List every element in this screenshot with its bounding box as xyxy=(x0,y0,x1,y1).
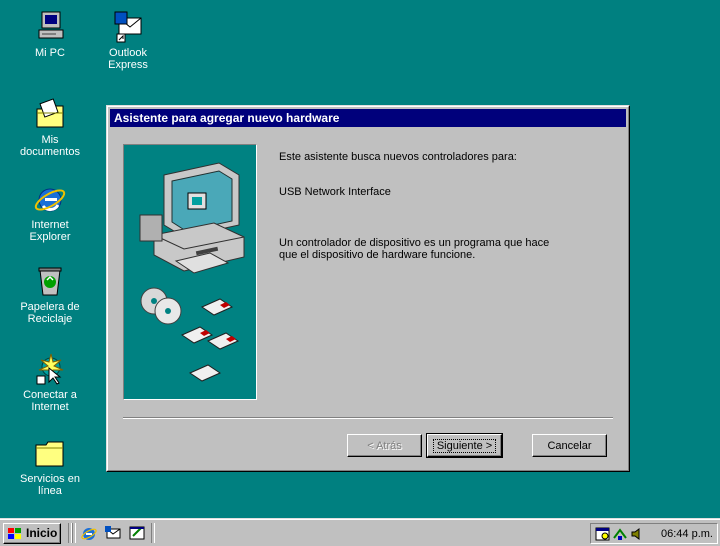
back-button[interactable]: < Atrás xyxy=(347,434,422,457)
separator xyxy=(123,417,613,419)
desktop-icon-online-services[interactable]: Servicios en línea xyxy=(12,436,88,497)
outlook-express-icon xyxy=(114,11,142,43)
desktop-icon-outlook-express[interactable]: Outlook Express xyxy=(90,10,166,71)
cancel-button-label: Cancelar xyxy=(547,439,592,452)
add-hardware-wizard-dialog: Asistente para agregar nuevo hardware Es… xyxy=(106,105,630,472)
dialog-title: Asistente para agregar nuevo hardware xyxy=(114,111,340,125)
desktop-icon-internet-explorer[interactable]: Internet Explorer xyxy=(12,182,88,243)
desktop-icon-label: Servicios en línea xyxy=(20,473,80,497)
start-label: Inicio xyxy=(26,526,58,540)
outlook-express-icon[interactable] xyxy=(104,524,122,542)
desktop-icon-my-computer[interactable]: Mi PC xyxy=(12,10,88,59)
internet-explorer-icon xyxy=(34,188,66,212)
dialog-titlebar[interactable]: Asistente para agregar nuevo hardware xyxy=(110,109,626,127)
connect-wizard-icon xyxy=(36,353,64,385)
internet-explorer-icon[interactable] xyxy=(80,524,98,542)
clock[interactable]: 06:44 p.m. xyxy=(661,528,713,540)
recycle-bin-icon xyxy=(38,267,62,296)
device-name: USB Network Interface xyxy=(279,186,391,198)
start-button[interactable]: Inicio xyxy=(3,523,61,544)
desktop-icon-label: Mis documentos xyxy=(20,134,80,158)
volume-icon[interactable] xyxy=(629,526,645,542)
computer-with-disks-icon xyxy=(139,162,245,382)
scheduler-icon[interactable] xyxy=(595,526,611,542)
wizard-intro-text: Este asistente busca nuevos controladore… xyxy=(279,151,517,163)
next-button[interactable]: Siguiente > xyxy=(426,433,503,458)
desktop-icon-label: Mi PC xyxy=(35,47,65,59)
description-line-1: Un controlador de dispositivo es un prog… xyxy=(279,237,550,249)
taskbar-separator xyxy=(151,523,155,543)
desktop: Mi PC Outlook Express Mis documentos Int… xyxy=(0,0,720,518)
folder-icon xyxy=(35,441,64,467)
desktop-icon-connect-internet[interactable]: Conectar a Internet xyxy=(12,352,88,413)
cancel-button[interactable]: Cancelar xyxy=(532,434,607,457)
taskbar: Inicio 06:44 p.m. xyxy=(0,518,720,546)
desktop-icon-my-documents[interactable]: Mis documentos xyxy=(12,97,88,158)
next-button-label: Siguiente > xyxy=(432,438,497,453)
desktop-icon-label: Conectar a Internet xyxy=(23,389,77,413)
desktop-icon-label: Outlook Express xyxy=(108,47,148,71)
desktop-icon-label: Internet Explorer xyxy=(29,219,71,243)
show-desktop-icon[interactable] xyxy=(128,524,146,542)
documents-folder-icon xyxy=(36,98,64,128)
quick-launch-separator xyxy=(72,523,76,543)
desktop-icon-label: Papelera de Reciclaje xyxy=(20,301,80,325)
back-button-label: < Atrás xyxy=(367,439,402,452)
description-line-2: que el dispositivo de hardware funcione. xyxy=(279,249,476,261)
wizard-illustration xyxy=(123,144,257,400)
network-icon[interactable] xyxy=(612,526,628,542)
system-tray: 06:44 p.m. xyxy=(590,523,718,544)
computer-icon xyxy=(38,11,64,39)
windows-logo-icon xyxy=(8,528,21,539)
desktop-icon-recycle-bin[interactable]: Papelera de Reciclaje xyxy=(0,264,100,325)
